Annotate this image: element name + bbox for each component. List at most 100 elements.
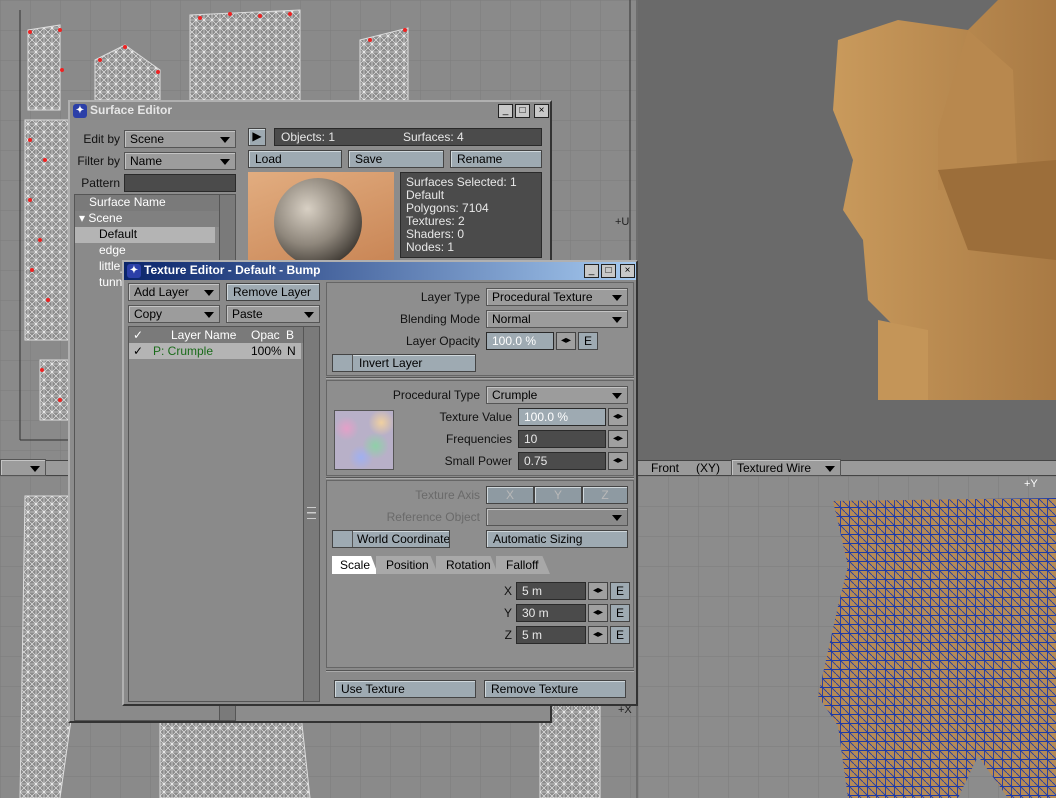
col-b: B bbox=[286, 328, 295, 342]
reference-object-dropdown[interactable] bbox=[486, 508, 628, 526]
layer-opacity: 100% bbox=[251, 344, 282, 358]
surfaces-count: Surfaces: 4 bbox=[403, 130, 464, 144]
world-coordinates-label: World Coordinates bbox=[357, 532, 450, 546]
texture-editor-title: Texture Editor - Default - Bump bbox=[144, 263, 321, 277]
maximize-button[interactable]: □ bbox=[515, 104, 530, 118]
frequencies-label: Frequencies bbox=[445, 432, 512, 446]
maximize-button[interactable]: □ bbox=[601, 264, 616, 278]
scale-x-envelope-button[interactable]: E bbox=[610, 582, 630, 600]
scale-y-envelope-button[interactable]: E bbox=[610, 604, 630, 622]
texture-axis-y-button[interactable]: Y bbox=[534, 486, 582, 504]
copy-dropdown[interactable]: Copy bbox=[128, 305, 220, 323]
scale-z-slider-icon[interactable]: ◂▸ bbox=[588, 626, 608, 644]
invert-layer-checkbox[interactable] bbox=[333, 355, 353, 371]
minimize-button[interactable]: _ bbox=[584, 264, 599, 278]
texture-value-field[interactable]: 100.0 % bbox=[518, 408, 606, 426]
small-power-label: Small Power bbox=[444, 454, 512, 468]
surface-preview[interactable] bbox=[248, 172, 394, 260]
procedural-type-dropdown[interactable]: Crumple bbox=[486, 386, 628, 404]
save-button[interactable]: Save bbox=[348, 150, 444, 168]
scroll-grip-icon bbox=[307, 507, 316, 519]
pattern-input[interactable] bbox=[124, 174, 236, 192]
texture-editor-titlebar[interactable]: ✦ Texture Editor - Default - Bump bbox=[124, 262, 636, 280]
layer-list-header: ✓ Layer Name Opac B bbox=[129, 327, 319, 343]
scale-z-label: Z bbox=[504, 628, 512, 642]
minimize-button[interactable]: _ bbox=[498, 104, 513, 118]
tab-scale[interactable]: Scale bbox=[332, 556, 378, 574]
texture-axis-x-button[interactable]: X bbox=[486, 486, 534, 504]
filter-by-label: Filter by bbox=[77, 154, 120, 168]
world-coordinates-checkbox[interactable] bbox=[333, 531, 353, 547]
frequencies-field[interactable]: 10 bbox=[518, 430, 606, 448]
scale-z-envelope-button[interactable]: E bbox=[610, 626, 630, 644]
add-layer-dropdown[interactable]: Add Layer bbox=[128, 283, 220, 301]
texture-value-slider-icon[interactable]: ◂▸ bbox=[608, 408, 628, 426]
layer-opacity-slider-icon[interactable]: ◂▸ bbox=[556, 332, 576, 350]
texture-editor-window[interactable]: ✦ Texture Editor - Default - Bump _ □ × … bbox=[122, 260, 638, 706]
small-power-slider-icon[interactable]: ◂▸ bbox=[608, 452, 628, 470]
expand-arrow-button[interactable]: ▶ bbox=[248, 128, 266, 146]
texture-value-label: Texture Value bbox=[439, 410, 513, 424]
preview-sphere bbox=[274, 178, 362, 260]
layer-type-label: Layer Type bbox=[420, 290, 480, 304]
close-button[interactable]: × bbox=[620, 264, 635, 278]
col-layer-name: Layer Name bbox=[171, 328, 237, 342]
world-coordinates-toggle[interactable]: World Coordinates bbox=[332, 530, 450, 548]
list-item-edge[interactable]: edge bbox=[75, 243, 235, 259]
frequencies-slider-icon[interactable]: ◂▸ bbox=[608, 430, 628, 448]
load-button[interactable]: Load bbox=[248, 150, 342, 168]
edit-by-dropdown[interactable]: Scene bbox=[124, 130, 236, 148]
tab-position[interactable]: Position bbox=[376, 556, 438, 574]
render-mode-dropdown[interactable]: Textured Wire bbox=[731, 459, 841, 476]
layer-list[interactable]: ✓ Layer Name Opac B ✓ P: Crumple 100% N bbox=[128, 326, 320, 702]
texture-axis-z-button[interactable]: Z bbox=[582, 486, 628, 504]
layer-type-dropdown[interactable]: Procedural Texture bbox=[486, 288, 628, 306]
blending-mode-label: Blending Mode bbox=[399, 312, 480, 326]
app-icon: ✦ bbox=[73, 104, 87, 118]
view-label[interactable]: Front bbox=[651, 461, 679, 475]
layer-opacity-envelope-button[interactable]: E bbox=[578, 332, 598, 350]
scale-x-slider-icon[interactable]: ◂▸ bbox=[588, 582, 608, 600]
close-button[interactable]: × bbox=[534, 104, 549, 118]
tree-root-scene[interactable]: ▾ Scene bbox=[75, 211, 235, 227]
tab-strip: Scale Position Rotation Falloff bbox=[332, 556, 628, 574]
paste-dropdown[interactable]: Paste bbox=[226, 305, 320, 323]
viewport-bottom-right[interactable]: +Y bbox=[638, 476, 1056, 798]
invert-layer-label: Invert Layer bbox=[359, 356, 423, 370]
surface-list-header[interactable]: Surface Name bbox=[75, 195, 235, 211]
surface-info-panel: Surfaces Selected: 1 Default Polygons: 7… bbox=[400, 172, 542, 258]
axis-label-y: +Y bbox=[1024, 478, 1038, 490]
surface-editor-titlebar[interactable]: ✦ Surface Editor bbox=[70, 102, 550, 120]
small-power-field[interactable]: 0.75 bbox=[518, 452, 606, 470]
collapse-icon[interactable]: ▾ bbox=[79, 211, 88, 225]
tab-rotation[interactable]: Rotation bbox=[436, 556, 498, 574]
viewport-left-menu-dropdown[interactable] bbox=[0, 459, 46, 476]
use-texture-button[interactable]: Use Texture bbox=[334, 680, 476, 698]
filter-by-dropdown[interactable]: Name bbox=[124, 152, 236, 170]
blending-mode-dropdown[interactable]: Normal bbox=[486, 310, 628, 328]
texture-axis-label: Texture Axis bbox=[415, 488, 480, 502]
layer-row[interactable]: ✓ P: Crumple 100% N bbox=[129, 343, 301, 359]
layer-blend: N bbox=[287, 344, 296, 358]
remove-texture-button[interactable]: Remove Texture bbox=[484, 680, 626, 698]
surface-editor-title: Surface Editor bbox=[90, 103, 173, 117]
divider bbox=[326, 377, 634, 379]
check-column-icon: ✓ bbox=[133, 328, 144, 342]
rename-button[interactable]: Rename bbox=[450, 150, 542, 168]
scale-y-label: Y bbox=[503, 606, 512, 620]
layer-enabled-checkbox[interactable]: ✓ bbox=[133, 344, 143, 358]
scale-z-field[interactable]: 5 m bbox=[516, 626, 586, 644]
invert-layer-toggle[interactable]: Invert Layer bbox=[332, 354, 476, 372]
layer-opacity-field[interactable]: 100.0 % bbox=[486, 332, 554, 350]
scale-y-field[interactable]: 30 m bbox=[516, 604, 586, 622]
app-icon: ✦ bbox=[127, 264, 141, 278]
viewport-top-right[interactable] bbox=[638, 0, 1056, 460]
remove-layer-button[interactable]: Remove Layer bbox=[226, 283, 320, 301]
layer-list-scrollbar[interactable] bbox=[303, 327, 319, 701]
scale-x-field[interactable]: 5 m bbox=[516, 582, 586, 600]
list-item-default[interactable]: Default bbox=[75, 227, 215, 243]
texture-preview-thumbnail[interactable] bbox=[334, 410, 394, 470]
automatic-sizing-button[interactable]: Automatic Sizing bbox=[486, 530, 628, 548]
tab-falloff[interactable]: Falloff bbox=[496, 556, 550, 574]
scale-y-slider-icon[interactable]: ◂▸ bbox=[588, 604, 608, 622]
